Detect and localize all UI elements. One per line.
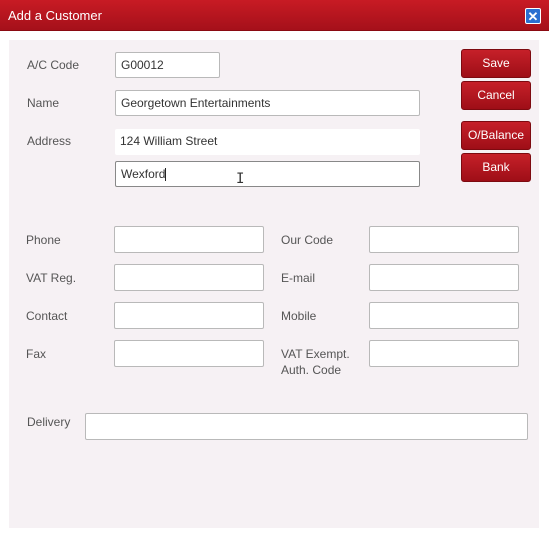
ac-code-label: A/C Code xyxy=(27,58,80,72)
phone-label: Phone xyxy=(26,233,61,247)
delivery-label: Delivery xyxy=(27,415,71,429)
address-line2-input[interactable]: Wexford xyxy=(115,161,420,187)
title-bar: Add a Customer ✕ xyxy=(0,0,549,31)
vat-exempt-label-line1: VAT Exempt. xyxy=(281,347,350,361)
close-icon[interactable]: ✕ xyxy=(525,8,541,24)
contact-label: Contact xyxy=(26,309,68,323)
text-cursor-icon: I xyxy=(236,171,245,187)
vat-reg-input[interactable] xyxy=(114,264,264,291)
contact-input[interactable] xyxy=(114,302,264,329)
cancel-button[interactable]: Cancel xyxy=(461,81,531,110)
vat-reg-label: VAT Reg. xyxy=(26,271,77,285)
bank-button[interactable]: Bank xyxy=(461,153,531,182)
address-line2-value: Wexford xyxy=(121,167,166,181)
obalance-button[interactable]: O/Balance xyxy=(461,121,531,150)
name-label: Name xyxy=(27,96,60,110)
name-input[interactable]: Georgetown Entertainments xyxy=(115,90,420,116)
vat-exempt-input[interactable] xyxy=(369,340,519,367)
mobile-label: Mobile xyxy=(281,309,317,323)
address-line1-input[interactable]: 124 William Street xyxy=(115,129,420,155)
text-caret xyxy=(165,168,167,182)
mobile-input[interactable] xyxy=(369,302,519,329)
address-label: Address xyxy=(27,134,72,148)
our-code-input[interactable] xyxy=(369,226,519,253)
ac-code-input[interactable]: G00012 xyxy=(115,52,220,78)
vat-exempt-label-line2: Auth. Code xyxy=(281,363,342,377)
our-code-label: Our Code xyxy=(281,233,334,247)
delivery-input[interactable] xyxy=(85,413,528,440)
window-title: Add a Customer xyxy=(8,8,102,23)
fax-input[interactable] xyxy=(114,340,264,367)
email-input[interactable] xyxy=(369,264,519,291)
phone-input[interactable] xyxy=(114,226,264,253)
fax-label: Fax xyxy=(26,347,47,361)
email-label: E-mail xyxy=(281,271,316,285)
save-button[interactable]: Save xyxy=(461,49,531,78)
